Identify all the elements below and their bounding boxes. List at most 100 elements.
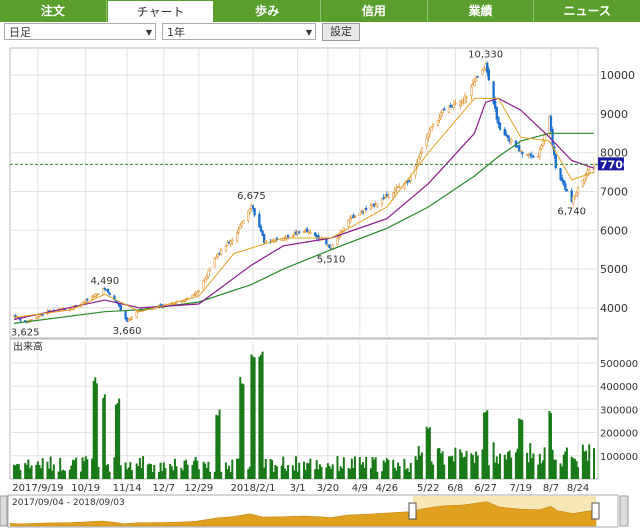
candle-body xyxy=(431,123,435,128)
tab-earnings[interactable]: 業績 xyxy=(428,0,535,22)
candle-body xyxy=(286,235,290,238)
volume-bar xyxy=(298,462,301,479)
candle-body xyxy=(219,249,223,255)
volume-bar xyxy=(52,464,55,479)
volume-bar xyxy=(543,447,546,479)
volume-bar xyxy=(287,465,290,479)
volume-bar xyxy=(142,456,145,479)
volume-bar xyxy=(331,464,334,479)
candle-body xyxy=(197,290,200,292)
candle-body xyxy=(215,256,218,260)
candle-body xyxy=(452,104,455,108)
volume-panel-label: 出来高 xyxy=(13,340,43,353)
volume-bar xyxy=(153,465,156,479)
price-tick-label: 8000 xyxy=(600,147,628,160)
volume-bar xyxy=(30,465,33,479)
candle-body xyxy=(92,296,95,299)
candle-body xyxy=(363,209,366,214)
volume-bar xyxy=(443,464,446,479)
volume-bar xyxy=(365,456,368,479)
candle-body xyxy=(420,147,424,153)
candle-body xyxy=(302,231,306,233)
date-tick-label: 7/19 xyxy=(509,483,531,494)
candle-body xyxy=(439,112,443,118)
range-scroll-left-button[interactable] xyxy=(0,495,8,527)
range-value: 1年 xyxy=(167,26,185,39)
price-panel-frame xyxy=(9,47,599,379)
candle-body xyxy=(454,102,457,104)
candle-body xyxy=(264,240,267,243)
candle-body xyxy=(275,237,279,240)
settings-button[interactable]: 設定 xyxy=(322,23,360,41)
range-handle-right[interactable] xyxy=(591,502,600,520)
volume-bar xyxy=(487,465,490,479)
volume-bar xyxy=(565,447,568,479)
date-tick-label: 3/20 xyxy=(317,483,339,494)
price-annotation: 3,660 xyxy=(113,326,142,337)
nav-tabs: 注文 チャート 歩み 信用 業績 ニュース xyxy=(0,0,640,22)
candle-body xyxy=(438,118,441,121)
volume-bar xyxy=(432,464,435,479)
candle-body xyxy=(207,270,210,278)
candle-body xyxy=(395,187,398,190)
volume-bar xyxy=(409,462,412,479)
candle-body xyxy=(521,151,524,155)
price-tick-label: 5000 xyxy=(600,263,628,276)
candle-body xyxy=(519,150,522,153)
candle-body xyxy=(328,244,331,248)
candle-body xyxy=(376,203,379,207)
volume-tick-label: 100000 xyxy=(600,452,638,463)
tab-trades[interactable]: 歩み xyxy=(214,0,322,22)
candle-body xyxy=(551,129,554,145)
chevron-down-icon: ▼ xyxy=(305,28,312,37)
tab-chart[interactable]: チャート xyxy=(106,0,215,22)
candle-body xyxy=(487,69,490,81)
volume-bar xyxy=(454,447,457,479)
tab-news[interactable]: ニュース xyxy=(534,0,640,22)
range-scroll-right-button[interactable] xyxy=(619,495,629,527)
candle-body xyxy=(385,194,389,196)
volume-bar xyxy=(554,459,557,479)
candle-body xyxy=(476,76,479,78)
candle-body xyxy=(30,319,33,321)
volume-bar xyxy=(264,459,267,479)
volume-bar xyxy=(208,471,211,479)
candle-body xyxy=(364,207,368,210)
tab-margin[interactable]: 信用 xyxy=(321,0,428,22)
volume-bar xyxy=(164,468,167,479)
volume-bar xyxy=(353,456,356,479)
candle-body xyxy=(86,298,89,301)
tab-order[interactable]: 注文 xyxy=(0,0,107,22)
volume-bar xyxy=(75,457,78,479)
candle-body xyxy=(470,86,473,96)
candle-body xyxy=(387,195,390,198)
candle-body xyxy=(314,232,317,236)
candle-body xyxy=(529,153,532,156)
candle-body xyxy=(430,126,433,132)
candle-body xyxy=(576,187,580,194)
date-tick-label: 10/19 xyxy=(71,483,100,494)
candle-body xyxy=(130,316,134,320)
volume-bar xyxy=(186,464,189,479)
volume-bar xyxy=(465,450,468,479)
range-select[interactable]: 1年 ▼ xyxy=(162,23,316,40)
candle-body xyxy=(392,192,395,198)
candle-body xyxy=(505,133,508,136)
range-handle-left[interactable] xyxy=(408,502,417,520)
candle-body xyxy=(309,232,312,234)
candle-body xyxy=(532,155,535,158)
candle-body xyxy=(581,179,584,188)
candle-body xyxy=(443,108,446,111)
period-type-select[interactable]: 日足 ▼ xyxy=(4,23,156,40)
candle-body xyxy=(208,267,212,272)
volume-tick-label: 500000 xyxy=(600,359,638,370)
candle-body xyxy=(565,189,569,192)
price-annotation: 6,740 xyxy=(557,207,586,218)
volume-bar xyxy=(420,452,423,479)
volume-bar xyxy=(510,457,513,479)
price-tick-label: 7000 xyxy=(600,186,628,199)
candle-body xyxy=(336,238,339,245)
candle-body xyxy=(564,183,567,190)
range-navigator[interactable]: 2017/09/04 - 2018/09/03 xyxy=(0,494,629,528)
candle-body xyxy=(465,96,468,99)
